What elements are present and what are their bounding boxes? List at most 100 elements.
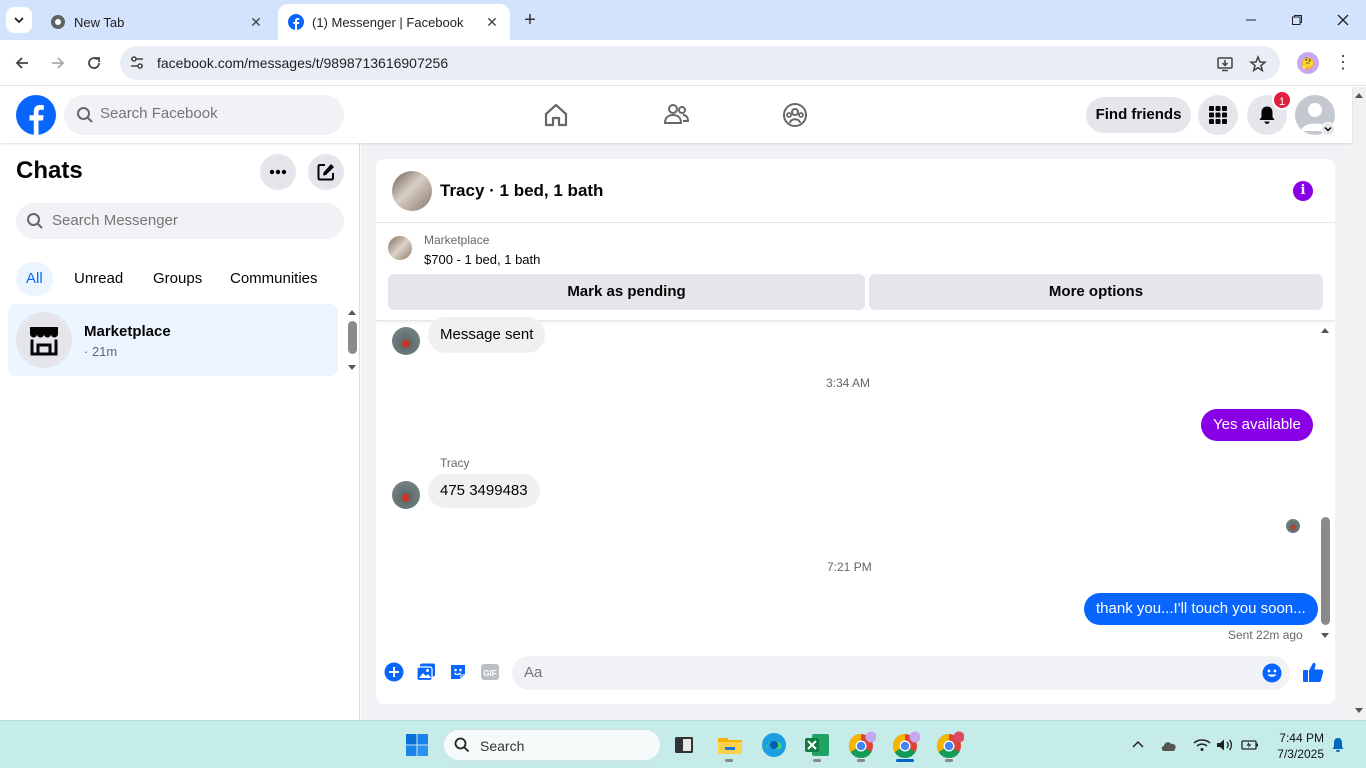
menu-button[interactable] xyxy=(1198,95,1238,135)
scroll-down-icon[interactable] xyxy=(1354,707,1364,715)
filter-groups[interactable]: Groups xyxy=(143,262,212,296)
messenger-search[interactable] xyxy=(16,203,344,239)
message-bubble-outgoing[interactable]: Yes available xyxy=(1201,409,1313,441)
scroll-up-icon[interactable] xyxy=(1354,91,1364,99)
battery-icon xyxy=(1241,740,1258,750)
message-status: Sent 22m ago xyxy=(1228,628,1303,642)
facebook-search-input[interactable] xyxy=(100,105,330,122)
address-bar[interactable]: facebook.com/messages/t/9898713616907256 xyxy=(120,46,1280,80)
site-settings-icon[interactable] xyxy=(128,54,146,72)
taskbar-clock[interactable]: 7:44 PM 7/3/2025 xyxy=(1262,730,1324,762)
facebook-search[interactable] xyxy=(64,95,344,135)
tab-close-button[interactable]: ✕ xyxy=(248,14,264,31)
chat-list-scroll-thumb[interactable] xyxy=(348,321,357,354)
chrome-profile-1-button[interactable] xyxy=(846,729,878,761)
home-icon[interactable] xyxy=(542,101,570,129)
reload-button[interactable] xyxy=(82,51,106,75)
page-scrollbar[interactable] xyxy=(1352,87,1366,720)
wifi-tray-button[interactable] xyxy=(1192,735,1212,755)
seen-indicator-avatar xyxy=(1286,519,1300,533)
gif-button[interactable]: GIF xyxy=(478,660,502,684)
chat-list-item[interactable]: Marketplace · 21m xyxy=(8,304,338,376)
start-button[interactable] xyxy=(401,729,433,761)
messages-scroll-thumb[interactable] xyxy=(1321,517,1330,625)
mark-as-pending-button[interactable]: Mark as pending xyxy=(388,274,865,310)
message-input[interactable] xyxy=(524,664,1224,681)
friends-icon[interactable] xyxy=(662,101,690,129)
filter-communities[interactable]: Communities xyxy=(220,262,328,296)
scroll-down-icon[interactable] xyxy=(347,363,357,373)
chrome-icon xyxy=(51,15,65,29)
restore-button[interactable] xyxy=(1282,8,1312,32)
minimize-button[interactable] xyxy=(1236,8,1266,32)
message-timestamp: 3:34 AM xyxy=(826,376,871,390)
scroll-down-icon[interactable] xyxy=(1320,631,1330,641)
attach-media-button[interactable] xyxy=(414,660,438,684)
groups-icon[interactable] xyxy=(781,101,809,129)
profile-avatar-icon[interactable]: 🤔 xyxy=(1297,52,1319,74)
message-bubble-incoming[interactable]: 475 3499483 xyxy=(428,474,540,508)
chrome-profile-2-button[interactable] xyxy=(890,729,922,761)
windows-taskbar: Search 7:44 PM 7/3/2025 xyxy=(0,720,1366,768)
bookmark-star-icon[interactable] xyxy=(1249,55,1267,73)
file-explorer-button[interactable] xyxy=(714,729,746,761)
more-actions-button[interactable] xyxy=(382,660,406,684)
onedrive-tray-button[interactable] xyxy=(1159,735,1179,755)
back-button[interactable] xyxy=(10,51,34,75)
volume-tray-button[interactable] xyxy=(1215,735,1235,755)
chrome-profile-3-button[interactable] xyxy=(934,729,966,761)
notification-center-button[interactable] xyxy=(1328,735,1348,755)
conversation-title[interactable]: Tracy · 1 bed, 1 bath xyxy=(440,181,603,201)
scroll-up-icon[interactable] xyxy=(1320,325,1330,335)
browser-menu-button[interactable]: ⋮ xyxy=(1334,52,1352,74)
install-app-icon[interactable] xyxy=(1216,55,1234,73)
close-window-button[interactable] xyxy=(1328,8,1358,32)
plus-circle-icon xyxy=(384,662,404,682)
tab-messenger[interactable]: (1) Messenger | Facebook ✕ xyxy=(278,4,510,40)
chats-options-button[interactable] xyxy=(260,154,296,190)
forward-button[interactable] xyxy=(46,51,70,75)
message-bubble-incoming[interactable]: Message sent xyxy=(428,317,546,353)
filter-all[interactable]: All xyxy=(16,262,53,296)
messenger-search-input[interactable] xyxy=(52,212,332,229)
excel-button[interactable] xyxy=(801,729,833,761)
filter-unread[interactable]: Unread xyxy=(64,262,133,296)
account-chevron[interactable] xyxy=(1321,122,1335,136)
marketplace-listing-bar: Marketplace $700 - 1 bed, 1 bath Mark as… xyxy=(376,223,1335,321)
sender-avatar[interactable] xyxy=(392,481,420,509)
clock-date: 7/3/2025 xyxy=(1277,747,1324,761)
url-text: facebook.com/messages/t/9898713616907256 xyxy=(157,55,449,71)
new-tab-button[interactable]: + xyxy=(518,8,542,32)
taskbar-search[interactable]: Search xyxy=(443,729,661,761)
arrow-left-icon xyxy=(15,57,28,69)
tab-search-button[interactable] xyxy=(6,7,32,33)
message-bubble-outgoing[interactable]: thank you...I'll touch you soon... xyxy=(1084,593,1318,625)
tab-new-tab[interactable]: New Tab ✕ xyxy=(40,4,274,40)
tab-title: New Tab xyxy=(74,14,125,30)
task-view-button[interactable] xyxy=(668,729,700,761)
listing-title[interactable]: $700 - 1 bed, 1 bath xyxy=(424,252,540,267)
tab-title: (1) Messenger | Facebook xyxy=(312,14,464,30)
sticker-button[interactable] xyxy=(446,660,470,684)
chevron-down-icon xyxy=(14,17,24,24)
restore-icon xyxy=(1292,15,1302,25)
conversation-avatar[interactable] xyxy=(392,171,432,211)
like-button[interactable] xyxy=(1301,660,1325,684)
scroll-up-icon[interactable] xyxy=(347,307,357,317)
sender-avatar[interactable] xyxy=(392,327,420,355)
chat-time: · 21m xyxy=(84,344,118,359)
facebook-icon xyxy=(288,14,304,30)
listing-thumbnail[interactable] xyxy=(388,236,412,260)
battery-tray-button[interactable] xyxy=(1240,735,1260,755)
more-options-button[interactable]: More options xyxy=(869,274,1323,310)
folder-icon xyxy=(718,738,742,754)
search-icon xyxy=(77,107,93,123)
edge-button[interactable] xyxy=(758,729,790,761)
tab-close-button[interactable]: ✕ xyxy=(484,14,500,31)
find-friends-button[interactable]: Find friends xyxy=(1086,97,1191,133)
show-hidden-icons-button[interactable] xyxy=(1128,735,1148,755)
facebook-logo-icon[interactable] xyxy=(16,95,56,135)
new-message-button[interactable] xyxy=(308,154,344,190)
emoji-icon[interactable] xyxy=(1262,663,1282,683)
info-icon[interactable]: i xyxy=(1293,181,1313,201)
